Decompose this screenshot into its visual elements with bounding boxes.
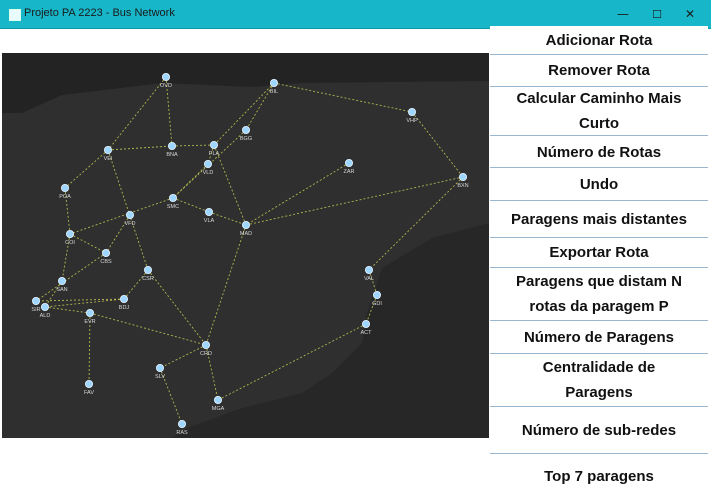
stop-label: VHP <box>406 118 418 124</box>
stop-marker[interactable] <box>407 108 416 117</box>
stop-label: BGG <box>240 136 252 142</box>
stop-label: MAD <box>240 231 252 237</box>
minimize-button[interactable]: — <box>606 4 640 24</box>
button-export-route[interactable]: Exportar Rota <box>490 238 708 268</box>
app-icon <box>9 9 21 21</box>
stop-marker[interactable] <box>213 395 222 404</box>
stop-marker[interactable] <box>155 363 164 372</box>
stop-label: SLV <box>155 374 165 380</box>
stop-label: BXN <box>457 183 468 189</box>
stop-marker[interactable] <box>361 319 370 328</box>
stop-label: SMC <box>167 204 179 210</box>
stop-marker[interactable] <box>86 308 95 317</box>
stop-label: CRD <box>200 351 212 357</box>
stop-marker[interactable] <box>85 379 94 388</box>
button-stop-centrality[interactable]: Centralidade de Paragens <box>490 354 708 407</box>
button-subnetwork-count[interactable]: Número de sub-redes <box>490 408 708 454</box>
stop-label: VFD <box>125 221 136 227</box>
title-bar: Projeto PA 2223 - Bus Network — ☐ ✕ <box>0 0 711 29</box>
stop-label: GDI <box>372 301 382 307</box>
window-title: Projeto PA 2223 - Bus Network <box>24 7 175 19</box>
stop-label: COI <box>65 240 75 246</box>
stop-marker[interactable] <box>168 193 177 202</box>
stop-marker[interactable] <box>58 276 67 285</box>
stop-marker[interactable] <box>41 302 50 311</box>
stop-marker[interactable] <box>177 419 186 428</box>
close-button[interactable]: ✕ <box>673 4 707 24</box>
stop-label: BDJ <box>119 305 130 311</box>
stop-marker[interactable] <box>126 210 135 219</box>
stop-marker[interactable] <box>201 340 210 349</box>
stop-marker[interactable] <box>204 207 213 216</box>
stop-label: FAV <box>84 390 94 396</box>
button-undo[interactable]: Undo <box>490 168 708 201</box>
stop-label: BIL <box>270 89 278 95</box>
button-add-route[interactable]: Adicionar Rota <box>490 26 708 55</box>
stop-label: SAN <box>56 287 67 293</box>
stop-marker[interactable] <box>61 183 70 192</box>
button-remove-route[interactable]: Remover Rota <box>490 55 708 87</box>
stop-marker[interactable] <box>31 296 40 305</box>
stop-label: BNA <box>166 152 178 158</box>
land-background <box>2 53 489 438</box>
stop-label: MGA <box>212 406 225 412</box>
button-top7-stops[interactable]: Top 7 paragens <box>490 454 708 499</box>
maximize-button[interactable]: ☐ <box>640 4 674 24</box>
button-shortest-path[interactable]: Calcular Caminho Mais Curto <box>490 87 708 136</box>
stop-label: RAS <box>176 430 188 436</box>
stop-marker[interactable] <box>203 160 212 169</box>
button-route-count[interactable]: Número de Rotas <box>490 137 708 168</box>
stop-label: POA <box>59 194 71 200</box>
map-canvas: OVD BIL VHP VEI BNA PLA BGG VLD ZAR BXN POA SMC VFD V… <box>2 53 489 438</box>
stop-marker[interactable] <box>241 220 250 229</box>
stop-label: PLA <box>209 151 220 157</box>
button-stop-count[interactable]: Número de Paragens <box>490 322 708 354</box>
stop-label: CSR <box>142 276 154 282</box>
stop-label: EVR <box>84 319 95 325</box>
stop-marker[interactable] <box>209 141 218 150</box>
stop-marker[interactable] <box>104 146 113 155</box>
stop-label: CBS <box>100 259 112 265</box>
stop-marker[interactable] <box>372 290 381 299</box>
stop-marker[interactable] <box>167 142 176 151</box>
stop-label: OVD <box>160 83 172 89</box>
stop-marker[interactable] <box>241 126 250 135</box>
stop-marker[interactable] <box>344 159 353 168</box>
stop-label: ALD <box>40 313 51 319</box>
stop-marker[interactable] <box>458 173 467 182</box>
button-stops-n-routes[interactable]: Paragens que distam N rotas da paragem P <box>490 268 708 321</box>
stop-marker[interactable] <box>66 229 75 238</box>
stop-marker[interactable] <box>120 294 129 303</box>
bus-stop-gdi[interactable]: GDI <box>372 290 382 307</box>
stop-label: VLD <box>203 170 214 176</box>
button-farthest-stops[interactable]: Paragens mais distantes <box>490 201 708 238</box>
stop-marker[interactable] <box>102 248 111 257</box>
stop-label: VEI <box>104 156 113 162</box>
stop-marker[interactable] <box>143 265 152 274</box>
stop-marker[interactable] <box>364 265 373 274</box>
bus-network-map[interactable]: OVD BIL VHP VEI BNA PLA BGG VLD ZAR BXN POA SMC VFD V… <box>2 53 489 438</box>
stop-marker[interactable] <box>269 78 278 87</box>
stop-label: ZAR <box>344 169 355 175</box>
stop-label: VAL <box>364 276 374 282</box>
stop-label: ACT <box>361 330 373 336</box>
stop-marker[interactable] <box>161 72 170 81</box>
stop-label: VLA <box>204 218 215 224</box>
